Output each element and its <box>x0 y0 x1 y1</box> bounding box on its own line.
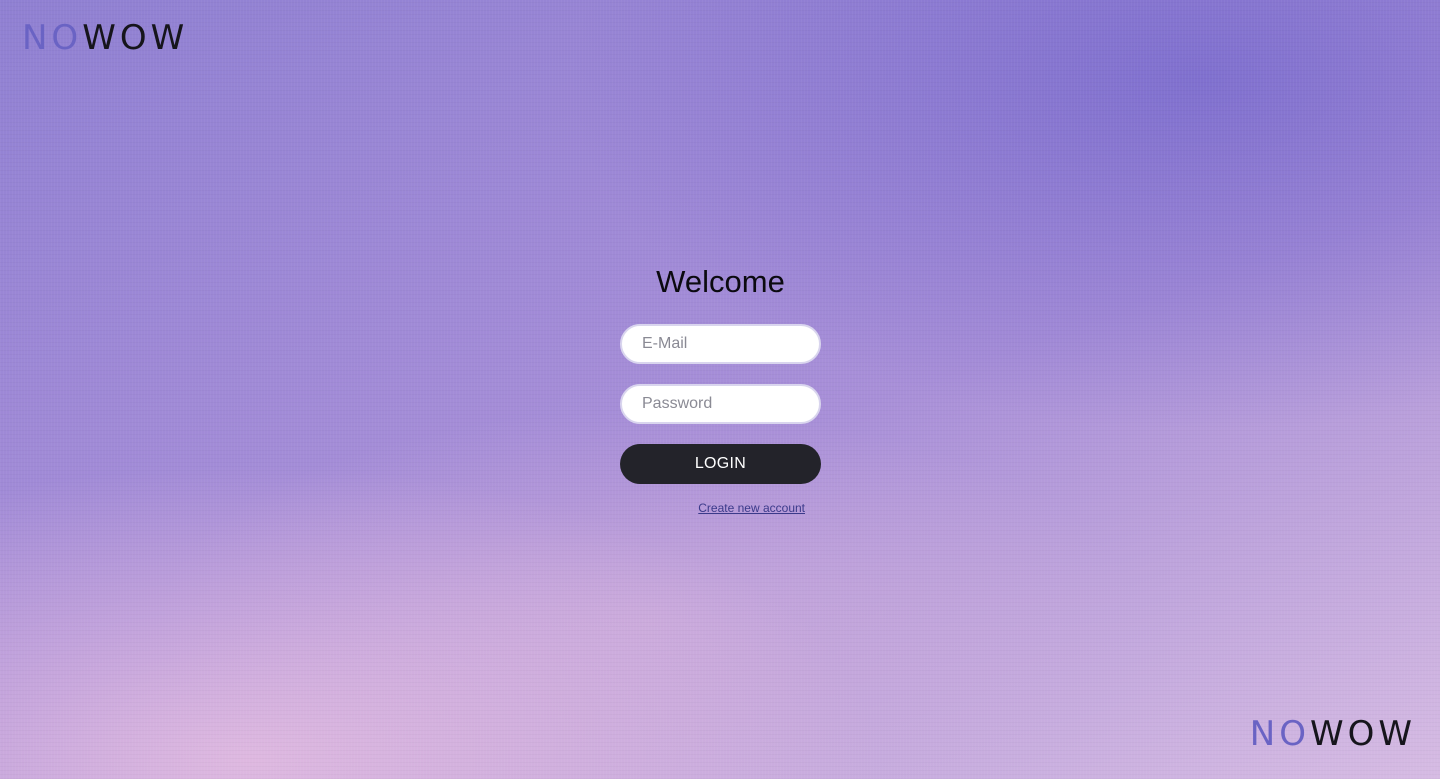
password-field[interactable] <box>620 384 821 424</box>
logo-bottom: NOWOW <box>1250 717 1416 751</box>
login-button[interactable]: LOGIN <box>620 444 821 484</box>
logo-part-wow: WOW <box>1310 714 1416 754</box>
email-field[interactable] <box>620 324 821 364</box>
logo-part-no: NO <box>22 18 83 58</box>
page-title: Welcome <box>656 264 785 299</box>
create-account-link[interactable]: Create new account <box>698 501 805 515</box>
logo-part-no: NO <box>1249 714 1310 754</box>
login-panel: Welcome LOGIN Create new account <box>620 262 821 515</box>
logo-part-wow: WOW <box>82 18 189 58</box>
logo-top: NOWOW <box>22 21 188 55</box>
